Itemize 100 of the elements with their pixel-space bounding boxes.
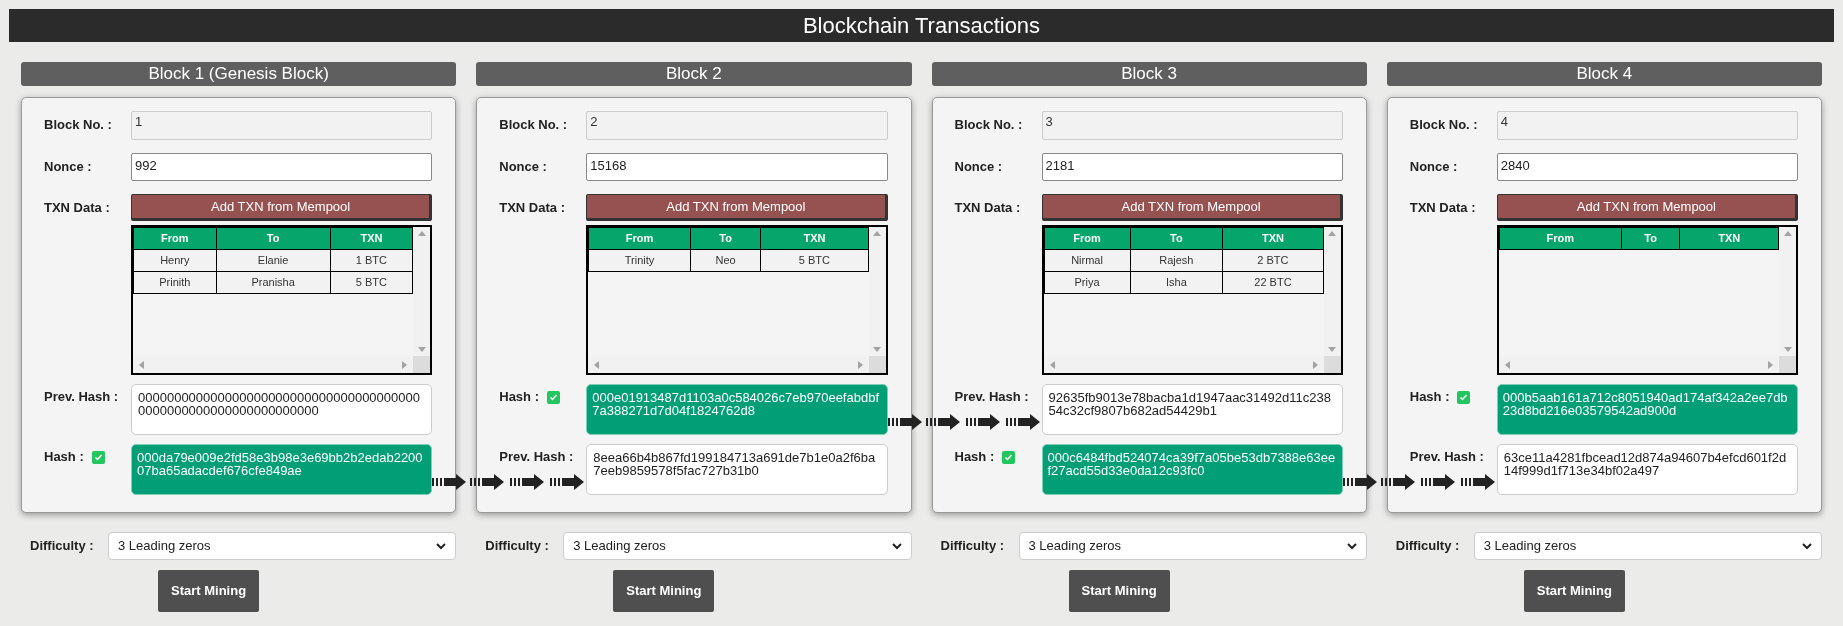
table-cell: Nirmal [1044, 249, 1131, 272]
field-label: Hash : [954, 448, 995, 466]
field-label: Hash : [44, 448, 84, 466]
scroll-right-icon[interactable] [1768, 360, 1773, 369]
block-number-field: 2 [586, 111, 888, 140]
difficulty-dropdown[interactable]: 3 Leading zeros [1018, 532, 1367, 560]
scroll-down-icon[interactable] [873, 347, 881, 352]
field-label: Block No. : [499, 117, 568, 132]
difficulty-dropdown[interactable]: 3 Leading zeros [563, 532, 912, 560]
scroll-right-icon[interactable] [857, 360, 863, 369]
scroll-left-icon[interactable] [1504, 360, 1510, 369]
scroll-up-icon[interactable] [417, 231, 426, 236]
scroll-left-icon[interactable] [1049, 360, 1055, 369]
scroll-up-icon[interactable] [873, 231, 881, 236]
field-label: Prev. Hash : [44, 388, 119, 406]
nonce-field[interactable]: 992 [131, 153, 433, 181]
block-header: Block 1 (Genesis Block) [21, 62, 457, 86]
nonce-field[interactable]: 2840 [1496, 153, 1798, 181]
scroll-down-icon[interactable] [1328, 347, 1337, 352]
scrollbar-corner [1779, 356, 1796, 373]
scroll-right-icon[interactable] [402, 360, 408, 369]
column-header: From [1044, 227, 1131, 250]
scrollbar-corner [413, 356, 431, 373]
check-icon [1004, 452, 1014, 462]
block-header: Block 4 [1386, 62, 1822, 86]
field-label: TXN Data : [44, 200, 110, 215]
chevron-icon [1346, 542, 1357, 550]
chevron-icon [891, 542, 902, 550]
scroll-left-icon[interactable] [594, 360, 600, 369]
checkbox[interactable] [1002, 450, 1016, 464]
table-cell: Henry [133, 249, 217, 272]
field-label: Hash : [499, 388, 539, 406]
add-transaction-button[interactable]: Add TXN from Mempool [131, 194, 433, 221]
add-transaction-button[interactable]: Add TXN from Mempool [1496, 194, 1798, 221]
arrow-icon [887, 414, 924, 430]
column-header: TXN [1679, 227, 1779, 250]
field-label: Difficulty : [485, 538, 549, 554]
start-mining-button[interactable]: Start Mining [1523, 570, 1625, 612]
checkbox[interactable] [91, 450, 105, 464]
column-header: To [690, 227, 761, 250]
hash-field: 000b5aab161a712c8051940ad174af342a2ee7db23d8bd216e03579542ad900d [1496, 384, 1798, 435]
start-mining-button[interactable]: Start Mining [613, 570, 715, 612]
difficulty-dropdown[interactable]: 3 Leading zeros [108, 532, 457, 560]
column-header: TXN [760, 227, 868, 250]
arrow-icon [1342, 474, 1379, 490]
column-header: From [588, 227, 691, 250]
check-icon [549, 392, 558, 402]
block-header: Block 2 [476, 62, 912, 86]
hash-field: 000e01913487d1103a0c584026c7eb970eefabdbf7a388271d7d04f1824762d8 [586, 384, 888, 435]
field-label: Nonce : [1409, 159, 1458, 174]
column-header: To [1621, 227, 1680, 250]
block-number-field: 4 [1496, 111, 1798, 140]
field-label: Prev. Hash : [1409, 448, 1484, 466]
previous-hash-field[interactable]: 0000000000000000000000000000000000000000000000000000000000000000 [131, 384, 433, 435]
add-transaction-button[interactable]: Add TXN from Mempool [586, 194, 888, 221]
scroll-up-icon[interactable] [1328, 231, 1337, 236]
field-label: Prev. Hash : [499, 448, 574, 466]
chevron-icon [436, 542, 447, 550]
block-header: Block 3 [931, 62, 1367, 86]
column-header: TXN [1222, 227, 1324, 250]
scroll-right-icon[interactable] [1312, 360, 1318, 369]
table-cell: Trinity [588, 249, 691, 272]
column-header: To [216, 227, 331, 250]
field-label: TXN Data : [499, 200, 565, 215]
previous-hash-field[interactable]: 92635fb9013e78bacba1d1947aac31492d11c23854c32cf9807b682ad54429b1 [1041, 384, 1343, 435]
column-header: TXN [330, 227, 413, 250]
previous-hash-field[interactable]: 8eea66b4b867fd199184713a691de7b1e0a2f6ba7eeb9859578f5fac727b31b0 [586, 444, 888, 495]
field-label: TXN Data : [954, 200, 1021, 215]
start-mining-button[interactable]: Start Mining [158, 570, 260, 612]
field-label: Nonce : [44, 159, 92, 174]
column-header: From [133, 227, 217, 250]
check-icon [93, 452, 103, 462]
checkbox[interactable] [1457, 390, 1471, 404]
field-label: TXN Data : [1409, 200, 1476, 215]
field-label: Nonce : [499, 159, 547, 174]
nonce-field[interactable]: 2181 [1041, 153, 1343, 181]
field-label: Difficulty : [30, 538, 94, 554]
checkbox[interactable] [547, 390, 560, 404]
hash-field: 000da79e009e2fd58e3b98e3e69bb2b2edab220007ba65adacdef676cfe849ae [131, 444, 433, 495]
table-cell: Prinith [133, 271, 217, 294]
block-number-field: 3 [1041, 111, 1343, 140]
check-icon [1459, 392, 1469, 402]
field-label: Difficulty : [940, 538, 1005, 554]
scroll-up-icon[interactable] [1783, 231, 1792, 236]
add-transaction-button[interactable]: Add TXN from Mempool [1041, 194, 1343, 221]
field-label: Nonce : [954, 159, 1003, 174]
field-label: Block No. : [1409, 117, 1478, 132]
field-label: Block No. : [44, 117, 112, 132]
column-header: To [1130, 227, 1223, 250]
scroll-down-icon[interactable] [417, 347, 426, 352]
nonce-field[interactable]: 15168 [586, 153, 888, 181]
field-label: Block No. : [954, 117, 1023, 132]
field-label: Prev. Hash : [954, 388, 1029, 406]
previous-hash-field[interactable]: 63ce11a4281fbcead12d874a94607b4efcd601f2d14f999d1f713e34bf02a497 [1496, 444, 1798, 495]
column-header: From [1499, 227, 1622, 250]
scroll-down-icon[interactable] [1783, 347, 1792, 352]
difficulty-dropdown[interactable]: 3 Leading zeros [1473, 532, 1822, 560]
scroll-left-icon[interactable] [139, 360, 144, 369]
block-number-field: 1 [131, 111, 433, 140]
start-mining-button[interactable]: Start Mining [1068, 570, 1170, 612]
